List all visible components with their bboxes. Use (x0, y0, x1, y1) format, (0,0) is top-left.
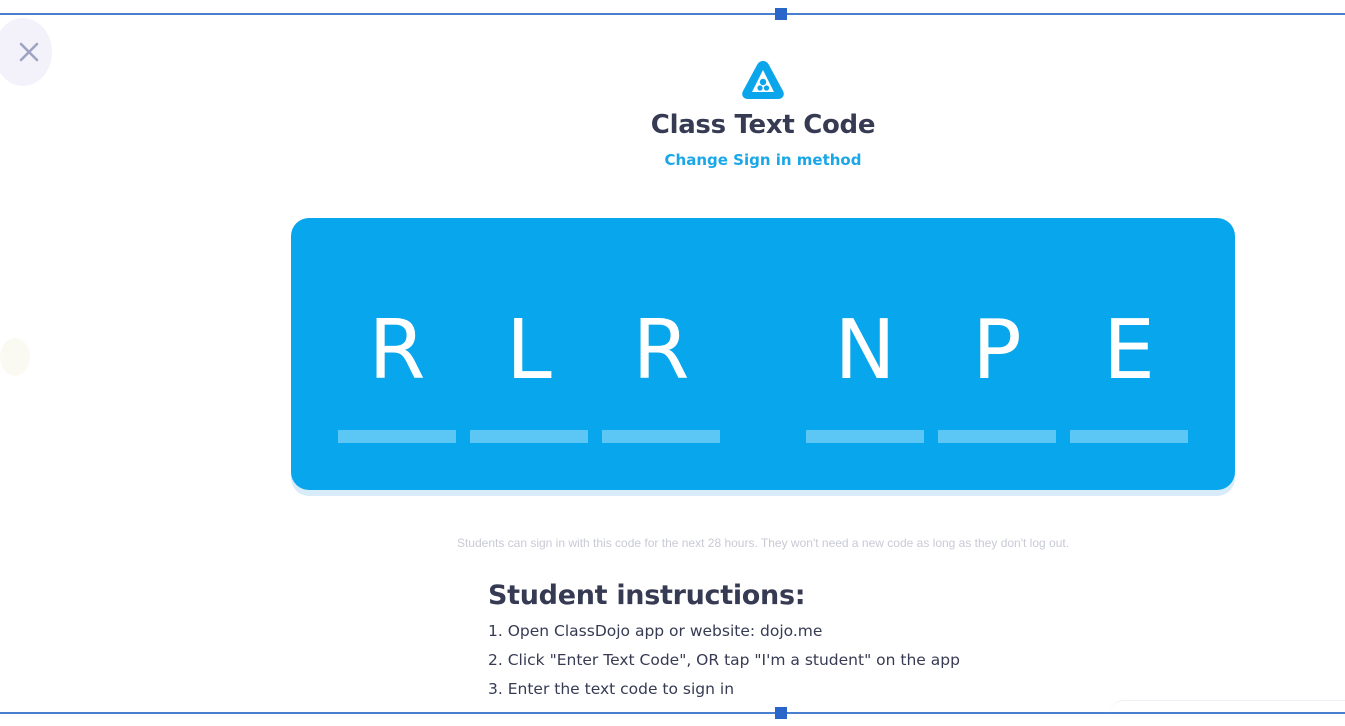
instruction-step: 3. Enter the text code to sign in (488, 680, 735, 698)
code-underline (470, 430, 588, 443)
code-slot: E (1070, 218, 1188, 490)
code-slot: R (602, 218, 720, 490)
code-slot: R (338, 218, 456, 490)
panel-corner-edge (1110, 700, 1345, 713)
close-icon (19, 42, 39, 62)
code-character: P (972, 303, 1022, 398)
code-slot: P (938, 218, 1056, 490)
abc-triangle-logo-icon (742, 61, 784, 99)
instruction-step: 2. Click "Enter Text Code", OR tap "I'm … (488, 651, 960, 669)
code-validity-note: Students can sign in with this code for … (456, 536, 1070, 550)
code-underline (602, 430, 720, 443)
text-code-card: R L R N P E (291, 218, 1235, 490)
resize-handle-bottom[interactable] (775, 707, 787, 719)
student-instructions: Student instructions: 1. Open ClassDojo … (488, 580, 1188, 704)
code-slot: L (470, 218, 588, 490)
code-underline (806, 430, 924, 443)
instructions-title: Student instructions: (488, 580, 806, 611)
code-character: E (1103, 303, 1155, 398)
close-button[interactable] (0, 18, 52, 86)
code-underline (1070, 430, 1188, 443)
side-decoration (0, 338, 30, 376)
code-underline (338, 430, 456, 443)
resize-handle-top[interactable] (775, 8, 787, 20)
code-character: N (834, 303, 896, 398)
code-slot: N (806, 218, 924, 490)
text-code-dialog: Class Text Code Change Sign in method R … (0, 0, 1345, 726)
page-title: Class Text Code (650, 110, 876, 140)
code-underline (938, 430, 1056, 443)
selection-frame-top-border (0, 13, 1345, 15)
code-character: L (506, 303, 552, 398)
code-character: R (368, 303, 426, 398)
code-character: R (632, 303, 690, 398)
change-sign-in-method-link[interactable]: Change Sign in method (0, 151, 1345, 169)
instruction-step: 1. Open ClassDojo app or website: dojo.m… (488, 622, 823, 640)
